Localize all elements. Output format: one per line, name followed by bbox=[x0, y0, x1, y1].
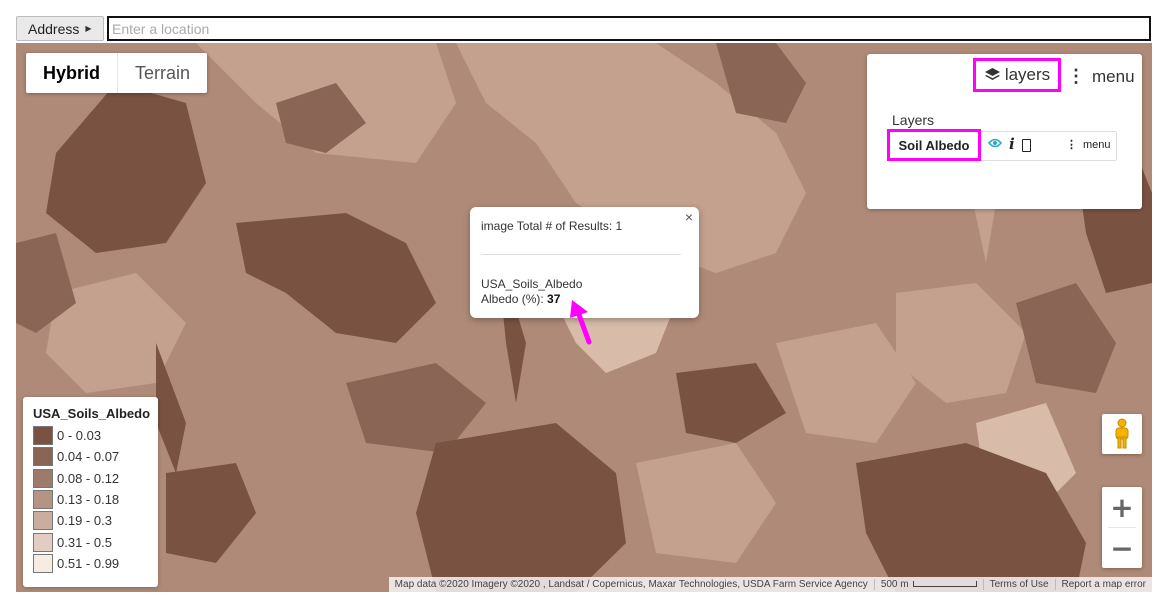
layer-name-button[interactable]: Soil Albedo bbox=[887, 129, 981, 161]
info-field-label: Albedo (%): bbox=[481, 292, 548, 306]
legend-label: 0.08 - 0.12 bbox=[57, 470, 120, 486]
legend-swatch bbox=[33, 490, 53, 510]
layer-menu-label: menu bbox=[1083, 138, 1111, 151]
layer-row-soil-albedo: Soil Albedo i ⋮ menu bbox=[887, 129, 1117, 161]
info-field: Albedo (%): 37 bbox=[481, 292, 560, 306]
caret-right-icon: ▶ bbox=[85, 24, 92, 33]
more-vert-icon: ⋮ bbox=[1066, 139, 1077, 151]
pegman-icon bbox=[1115, 418, 1129, 449]
legend-label: 0.31 - 0.5 bbox=[57, 534, 112, 550]
legend-swatch bbox=[33, 511, 53, 531]
info-results-header: image Total # of Results: 1 bbox=[481, 219, 623, 233]
map-type-control: Hybrid Terrain bbox=[26, 53, 208, 93]
map-footer: Map data ©2020 Imagery ©2020 , Landsat /… bbox=[388, 577, 1152, 592]
phone-icon[interactable] bbox=[1022, 139, 1031, 152]
map-type-hybrid-button[interactable]: Hybrid bbox=[26, 53, 117, 93]
layers-button[interactable]: layers bbox=[973, 58, 1061, 92]
legend-swatch bbox=[33, 468, 53, 488]
legend-swatch bbox=[33, 532, 53, 552]
legend-item: 0.31 - 0.5 bbox=[33, 531, 158, 552]
zoom-out-button[interactable]: − bbox=[1102, 528, 1142, 568]
eye-icon[interactable] bbox=[988, 138, 1002, 148]
info-icon[interactable]: i bbox=[1009, 135, 1015, 153]
info-layer-name: USA_Soils_Albedo bbox=[481, 277, 583, 291]
terms-of-use-link[interactable]: Terms of Use bbox=[982, 579, 1055, 590]
layer-menu-button[interactable]: ⋮ menu bbox=[1066, 138, 1111, 152]
legend-swatch bbox=[33, 426, 53, 446]
legend-item: 0 - 0.03 bbox=[33, 425, 158, 446]
panel-menu-button[interactable]: ⋮ menu bbox=[1067, 66, 1135, 87]
legend-title: USA_Soils_Albedo bbox=[33, 406, 151, 421]
layers-icon bbox=[984, 68, 1000, 80]
panel-menu-label: menu bbox=[1092, 66, 1135, 86]
legend-item: 0.51 - 0.99 bbox=[33, 553, 158, 574]
legend-label: 0.51 - 0.99 bbox=[57, 555, 120, 571]
legend-label: 0 - 0.03 bbox=[57, 428, 102, 444]
legend-item: 0.13 - 0.18 bbox=[33, 489, 158, 510]
info-field-value: 37 bbox=[547, 292, 561, 306]
more-vert-icon: ⋮ bbox=[1067, 66, 1085, 86]
legend-items: 0 - 0.03 0.04 - 0.07 0.08 - 0.12 0.13 - 0.1… bbox=[33, 425, 158, 574]
map-type-terrain-button[interactable]: Terrain bbox=[118, 53, 207, 93]
scale-label: 500 m bbox=[880, 579, 909, 590]
address-button[interactable]: Address ▶ bbox=[16, 16, 104, 41]
legend-label: 0.04 - 0.07 bbox=[57, 449, 120, 465]
legend-item: 0.04 - 0.07 bbox=[33, 446, 158, 467]
legend-label: 0.13 - 0.18 bbox=[57, 492, 120, 508]
address-button-label: Address bbox=[28, 20, 80, 37]
map-attribution: Map data ©2020 Imagery ©2020 , Landsat /… bbox=[394, 579, 868, 590]
legend-swatch bbox=[33, 553, 53, 573]
map-canvas[interactable]: Hybrid Terrain layers ⋮ menu Layers Soil… bbox=[16, 43, 1152, 592]
annotation-arrow bbox=[570, 300, 592, 345]
legend-swatch bbox=[33, 447, 53, 467]
close-icon[interactable]: × bbox=[685, 209, 693, 225]
zoom-in-button[interactable]: + bbox=[1102, 487, 1142, 527]
scale-indicator[interactable]: 500 m bbox=[873, 579, 983, 590]
zoom-control: + − bbox=[1102, 487, 1142, 568]
info-divider bbox=[481, 254, 681, 255]
street-view-pegman-button[interactable] bbox=[1102, 414, 1142, 454]
legend-label: 0.19 - 0.3 bbox=[57, 513, 112, 529]
layers-button-label: layers bbox=[1004, 65, 1051, 84]
report-map-error-link[interactable]: Report a map error bbox=[1054, 579, 1152, 590]
legend-item: 0.08 - 0.12 bbox=[33, 468, 158, 489]
legend-item: 0.19 - 0.3 bbox=[33, 510, 158, 531]
scale-bar bbox=[912, 581, 977, 588]
legend: USA_Soils_Albedo 0 - 0.03 0.04 - 0.07 0.08… bbox=[23, 397, 158, 587]
location-input[interactable] bbox=[107, 16, 1151, 41]
layers-heading: Layers bbox=[892, 112, 935, 128]
layers-panel: layers ⋮ menu Layers Soil Albedo i ⋮ men… bbox=[867, 54, 1142, 209]
